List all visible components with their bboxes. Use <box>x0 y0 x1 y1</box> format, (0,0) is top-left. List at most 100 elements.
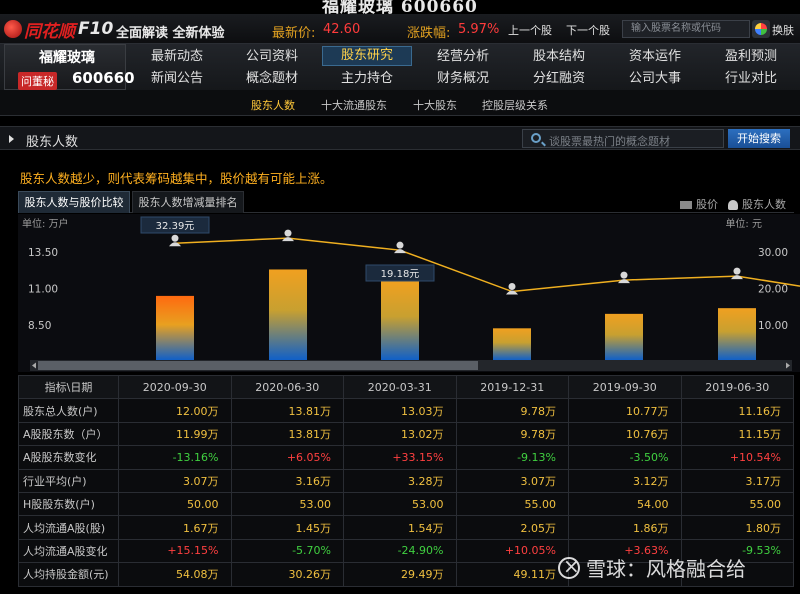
nav-capital[interactable]: 资本运作 <box>610 47 700 67</box>
nav-equity[interactable]: 股本结构 <box>514 47 604 67</box>
subnav-holder-count[interactable]: 股东人数 <box>251 97 295 113</box>
price-legend-icon <box>680 201 692 209</box>
row-label: A股股东数变化 <box>18 445 119 470</box>
table-corner: 指标\日期 <box>18 374 119 400</box>
subnav-top10[interactable]: 十大股东 <box>413 97 457 113</box>
table-cell: 1.86万 <box>568 515 682 540</box>
table-cell: 30.26万 <box>230 562 344 587</box>
main-nav: 福耀玻璃 问董秘 600660 最新动态 公司资料 股东研究 经营分析 股本结构… <box>0 44 800 90</box>
xueqiu-watermark: 雪球：风格融合给 <box>558 553 746 582</box>
table-cell: 9.78万 <box>455 398 569 423</box>
row-label: 人均持股金额(元) <box>18 562 119 587</box>
subnav-control-tree[interactable]: 控股层级关系 <box>482 97 548 113</box>
change-label: 涨跌幅: <box>407 26 451 41</box>
stock-id-card: 福耀玻璃 问董秘 600660 <box>4 44 135 90</box>
chart-legend: 股价 股东人数 <box>680 196 786 212</box>
search-go-icon[interactable] <box>752 20 770 38</box>
table-cell: -24.90% <box>343 538 457 564</box>
col-date: 2019-06-30 <box>680 374 794 400</box>
row-label: 人均流通A股(股) <box>18 515 119 540</box>
chart-scroll-thumb[interactable] <box>38 361 478 370</box>
search-icon <box>531 133 541 143</box>
people-legend-icon <box>728 200 738 210</box>
price-tooltip: 19.18元 <box>365 264 435 282</box>
table-cell: 53.00 <box>230 491 344 517</box>
holder-bar <box>156 295 194 360</box>
nav-main-positions[interactable]: 主力持仓 <box>322 69 412 89</box>
price-value: 42.60 <box>323 22 361 37</box>
y-right-tick: 20.00 <box>758 284 788 296</box>
row-label: 人均流通A股变化 <box>18 538 119 564</box>
table-cell: 55.00 <box>680 491 794 517</box>
nav-profile[interactable]: 公司资料 <box>227 47 317 67</box>
ask-secretary-button[interactable]: 问董秘 <box>18 72 57 90</box>
nav-events[interactable]: 公司大事 <box>610 69 700 89</box>
holder-bar <box>493 328 531 360</box>
table-cell: 1.67万 <box>118 515 232 540</box>
col-date: 2020-09-30 <box>118 374 232 400</box>
subnav-top10-float[interactable]: 十大流通股东 <box>321 97 387 113</box>
table-cell: 1.45万 <box>230 515 344 540</box>
stock-code: 600660 <box>72 69 135 87</box>
holder-bar <box>605 313 643 360</box>
table-cell: 13.03万 <box>343 398 457 423</box>
table-cell: +15.15% <box>118 538 232 564</box>
table-cell: 3.17万 <box>680 468 794 493</box>
table-cell: -13.16% <box>118 445 232 470</box>
table-cell: 13.81万 <box>230 421 344 447</box>
table-cell: 55.00 <box>455 491 569 517</box>
nav-announcements[interactable]: 新闻公告 <box>132 69 222 89</box>
logo-suffix: F10 <box>78 19 114 39</box>
row-label: A股股东数（户） <box>18 421 119 447</box>
chart-tabs: 股东人数与股价比较 股东人数增减量排名 股价 股东人数 <box>18 191 794 213</box>
section-arrow-icon[interactable] <box>9 135 14 143</box>
ths-logo-icon <box>4 20 22 38</box>
table-cell: 54.08万 <box>118 562 232 587</box>
switch-skin-button[interactable]: 换肤 <box>772 22 794 38</box>
nav-holders[interactable]: 股东研究 <box>322 46 412 66</box>
table-cell: 10.76万 <box>568 421 682 447</box>
table-cell: 29.49万 <box>343 562 457 587</box>
window-title: 福耀玻璃 600660 <box>0 0 800 14</box>
nav-industry-compare[interactable]: 行业对比 <box>706 69 796 89</box>
tip-text: 股东人数越少，则代表筹码越集中，股价越有可能上涨。 <box>20 171 333 186</box>
y-right-tick: 10.00 <box>758 320 788 332</box>
nav-concepts[interactable]: 概念题材 <box>227 69 317 89</box>
table-row: A股股东数变化 -13.16% +6.05% +33.15% -9.13% -3.50% +… <box>18 445 794 470</box>
table-cell: 49.11万 <box>455 562 569 587</box>
y-left-tick: 8.50 <box>28 320 51 332</box>
table-row: 股东总人数(户) 12.00万 13.81万 13.03万 9.78万 10.77万 11.… <box>18 398 794 423</box>
legend-price[interactable]: 股价 <box>680 196 718 212</box>
sub-nav: 股东人数 十大流通股东 十大股东 控股层级关系 <box>0 90 800 116</box>
xueqiu-logo-icon <box>558 554 580 579</box>
logo-text: 同花顺 <box>24 21 75 42</box>
change-value: 5.97% <box>458 22 500 37</box>
nav-dividends[interactable]: 分红融资 <box>514 69 604 89</box>
y-left-tick: 13.50 <box>28 247 58 259</box>
stock-search-input[interactable]: 输入股票名称或代码 <box>622 20 750 38</box>
holder-bar <box>381 280 419 360</box>
price-tooltip-text: 19.18元 <box>381 269 420 280</box>
nav-operations[interactable]: 经营分析 <box>418 47 508 67</box>
prev-stock-button[interactable]: 上一个股 <box>508 22 552 38</box>
col-date: 2019-12-31 <box>455 374 569 400</box>
slogan: 全面解读 全新体验 <box>116 26 225 41</box>
nav-news[interactable]: 最新动态 <box>132 47 222 67</box>
table-cell: 1.80万 <box>680 515 794 540</box>
tab-holders-change-rank[interactable]: 股东人数增减量排名 <box>132 191 244 213</box>
table-cell: 3.07万 <box>455 468 569 493</box>
section-header: 股东人数 谈股票最热门的概念题材 开始搜索 <box>0 126 800 150</box>
legend-holders[interactable]: 股东人数 <box>728 196 786 212</box>
holder-bar <box>718 308 756 360</box>
table-cell: 11.15万 <box>680 421 794 447</box>
table-cell: 10.77万 <box>568 398 682 423</box>
nav-financials[interactable]: 财务概况 <box>418 69 508 89</box>
concept-search-button[interactable]: 开始搜索 <box>728 129 790 148</box>
tab-holders-vs-price[interactable]: 股东人数与股价比较 <box>18 191 130 213</box>
table-cell: 11.16万 <box>680 398 794 423</box>
y-left-tick: 11.00 <box>28 284 58 296</box>
concept-search-input[interactable]: 谈股票最热门的概念题材 <box>522 129 724 148</box>
nav-forecast[interactable]: 盈利预测 <box>706 47 796 67</box>
section-title: 股东人数 <box>26 135 79 150</box>
next-stock-button[interactable]: 下一个股 <box>566 22 610 38</box>
